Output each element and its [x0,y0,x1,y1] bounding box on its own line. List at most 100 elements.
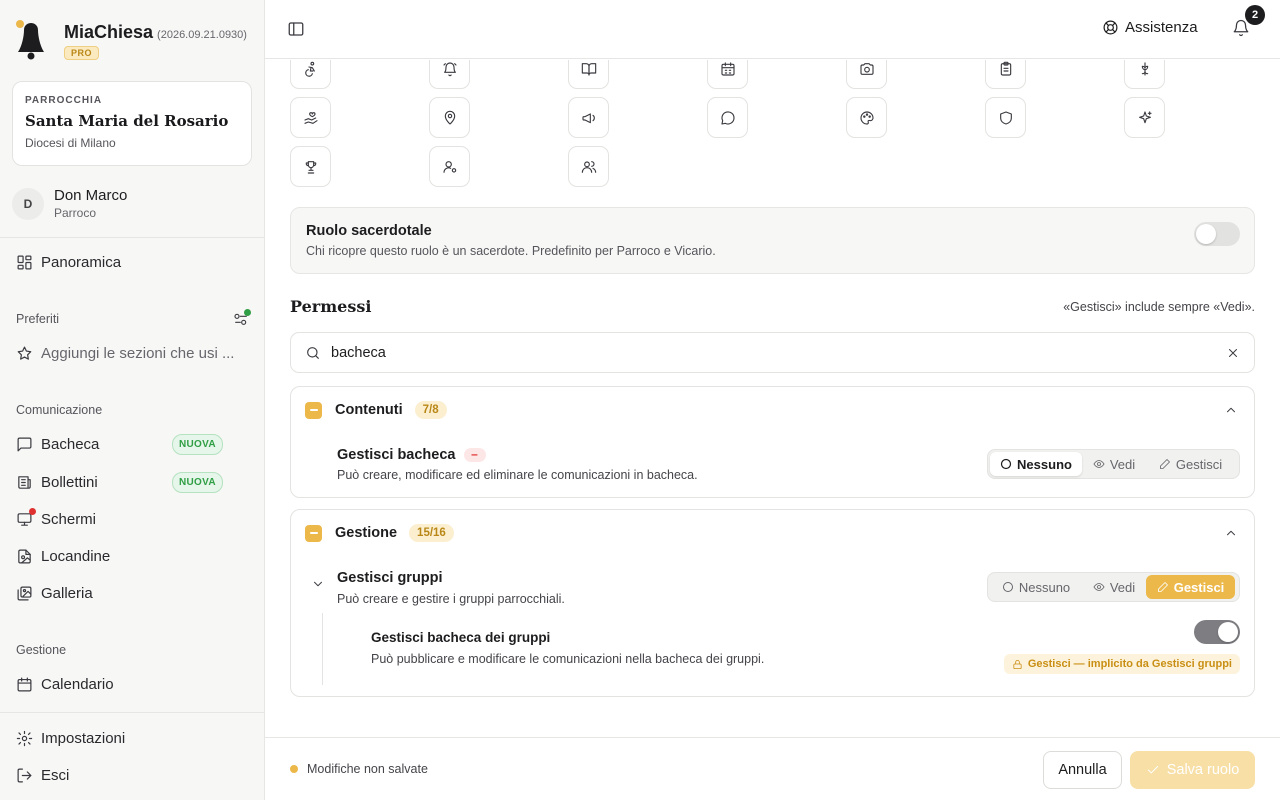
sidebar: MiaChiesa (2026.09.21.0930) PRO PARROCCHI… [0,0,265,800]
icon-option-flower[interactable] [1124,60,1165,89]
sidebar-item-logout[interactable]: Esci [16,761,248,789]
sidebar-item-galleria[interactable]: Galleria [16,579,248,607]
favorites-add[interactable]: Aggiungi le sezioni che usi ... [16,339,248,367]
brand[interactable]: MiaChiesa (2026.09.21.0930) PRO [14,18,247,62]
priest-role-card: Ruolo sacerdotale Chi ricopre questo ruo… [290,207,1255,274]
sidebar-item-locandine[interactable]: Locandine [16,542,248,570]
group-count: 7/8 [414,401,447,419]
toggle-knob [1218,622,1238,642]
action-bar: Modifiche non salvate Annulla Salva ruol… [265,737,1280,800]
cancel-button[interactable]: Annulla [1043,751,1122,789]
trophy-icon [305,160,316,174]
chevron-up-icon [1227,530,1235,536]
life-buoy-icon [1103,20,1118,35]
check-icon [1147,766,1158,774]
level-manage-option[interactable]: Gestisci [1146,452,1235,476]
alert-dot [29,507,36,515]
level-none-option[interactable]: Nessuno [990,452,1082,476]
group-name: Gestione [335,525,398,541]
icon-option-book-open[interactable] [568,60,609,89]
help-button[interactable]: Assistenza [1102,19,1198,36]
collapse-group-button[interactable] [1224,403,1238,417]
notifications-button[interactable]: 2 [1232,5,1265,37]
search-input[interactable]: bacheca [331,345,1226,361]
icon-option-trophy[interactable] [290,146,331,187]
parish-diocese: Diocesi di Milano [25,136,116,150]
icon-option-palette[interactable] [846,97,887,138]
app-title: MiaChiesa (2026.09.21.0930) [64,22,247,43]
megaphone-icon [581,112,595,123]
sub-permission-toggle[interactable] [1194,620,1240,644]
group-header[interactable]: Gestione 15/16 [305,524,454,542]
permissions-search[interactable]: bacheca [290,332,1255,373]
icon-option-accessibility[interactable] [290,60,331,89]
icon-option-calendar[interactable] [707,60,748,89]
priest-role-toggle[interactable] [1194,222,1240,246]
parish-card[interactable]: PARROCCHIA Santa Maria del Rosario Dioce… [12,81,252,166]
icon-option-message-circle[interactable] [707,97,748,138]
icon-option-map-pin[interactable] [429,97,470,138]
favorites-title: Preferiti [16,312,60,326]
icon-option-sparkles[interactable] [1124,97,1165,138]
group-header[interactable]: Contenuti 7/8 [305,401,447,419]
clear-search-button[interactable] [1226,346,1240,360]
sidebar-item-calendario[interactable]: Calendario [16,670,248,698]
message-circle-icon [720,110,735,125]
sidebar-item-label: Bacheca [41,435,100,453]
icon-option-clipboard[interactable] [985,60,1026,89]
icon-option-users[interactable] [568,146,609,187]
permission-title-text: Gestisci bacheca [337,447,456,463]
icon-option-user-cog[interactable] [429,146,470,187]
changed-marker: – [463,448,486,462]
level-manage-label: Gestisci [1173,579,1225,595]
group-partial-checkbox[interactable] [305,524,322,542]
sidebar-item-label: Locandine [41,547,111,565]
icon-option-hand-heart[interactable] [290,97,331,138]
level-view-option[interactable]: Vedi [1082,575,1146,599]
permission-level-selector: Nessuno Vedi Gestisci [987,449,1240,479]
sidebar-divider [0,237,264,238]
sidebar-item-schermi[interactable]: Schermi [16,505,248,533]
save-role-button[interactable]: Salva ruolo [1130,751,1255,789]
level-view-label: Vedi [1109,579,1136,595]
icon-option-megaphone[interactable] [568,97,609,138]
sidebar-divider [0,712,264,713]
user-cog-icon [442,160,456,173]
app-name: MiaChiesa [64,22,154,42]
users-icon [581,160,596,173]
favorites-settings-button[interactable] [233,309,251,327]
sidebar-item-label: Impostazioni [41,729,126,747]
close-icon [1229,348,1237,357]
sidebar-item-bacheca[interactable]: Bacheca NUOVA [16,430,248,458]
eye-icon [1093,460,1105,468]
sidebar-item-bollettini[interactable]: Bollettini NUOVA [16,468,248,496]
collapse-group-button[interactable] [1224,526,1238,540]
sidebar-item-label: Schermi [41,510,97,528]
permission-group-gestione: Gestione 15/16 Gestisci gruppi Può crear… [290,509,1255,697]
avatar: D [12,187,44,220]
level-none-option[interactable]: Nessuno [990,575,1082,599]
level-view-option[interactable]: Vedi [1082,452,1146,476]
permission-title: Gestisci gruppi [337,570,443,586]
bell-logo-icon [16,20,44,60]
implicit-note-text: Gestisci — implicito da Gestisci gruppi [1027,658,1232,670]
search-icon [307,346,319,359]
icon-option-camera[interactable] [846,60,887,89]
permission-group-contenuti: Contenuti 7/8 Gestisci bacheca – Può cre… [290,386,1255,498]
icon-option-bell-ring[interactable] [429,60,470,89]
book-open-icon [581,62,596,76]
group-partial-checkbox[interactable] [305,401,322,419]
status-dot [244,309,251,316]
shield-icon [999,110,1012,125]
level-manage-option[interactable]: Gestisci [1146,575,1235,599]
calendar-icon [17,677,32,691]
sidebar-toggle-button[interactable] [287,20,305,38]
circle-icon [1002,582,1013,592]
sidebar-item-label: Bollettini [41,473,98,491]
icon-option-shield[interactable] [985,97,1026,138]
expand-permission-button[interactable] [311,577,325,591]
user-profile[interactable]: D Don Marco Parroco [12,187,127,220]
sidebar-item-overview[interactable]: Panoramica [16,248,248,276]
sidebar-item-settings[interactable]: Impostazioni [16,724,248,752]
sparkles-icon [1138,110,1152,123]
